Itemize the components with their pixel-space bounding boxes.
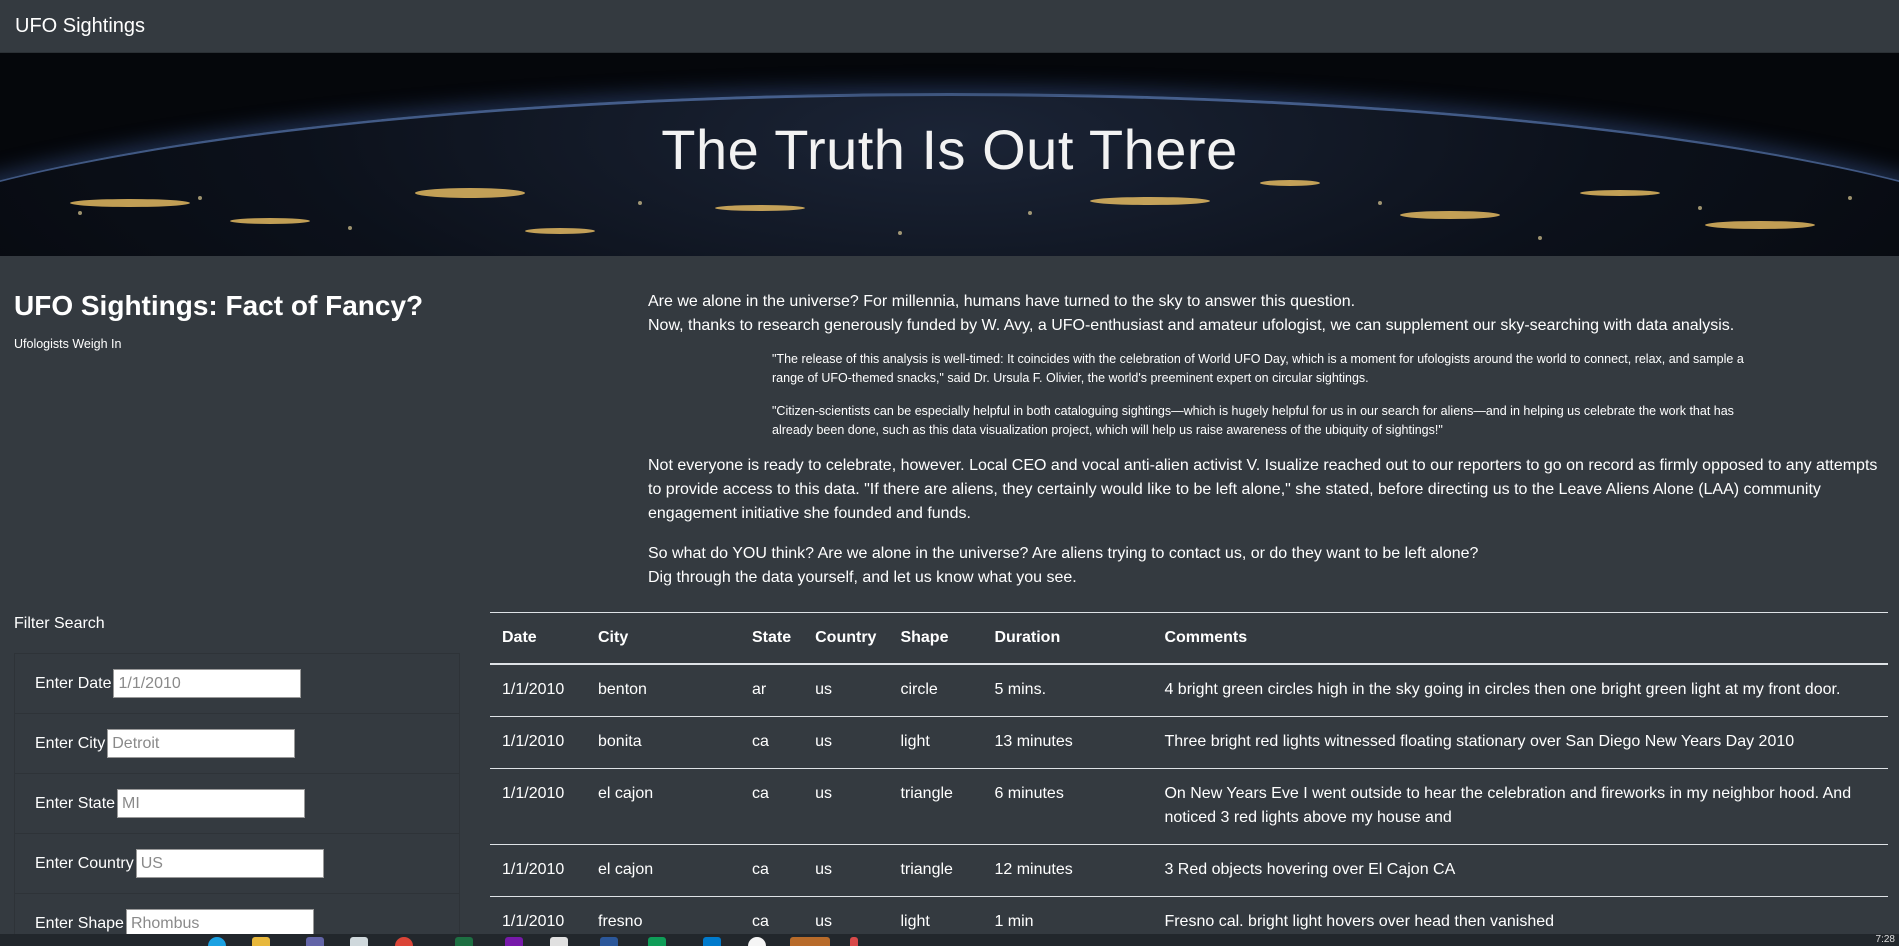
article: Are we alone in the universe? For millen… (648, 290, 1878, 590)
cell-country: us (803, 844, 889, 897)
cell-state: ca (740, 844, 804, 897)
cell-country: us (803, 663, 889, 717)
filter-search-heading: Filter Search (14, 615, 105, 632)
cell-city: benton (586, 663, 740, 717)
cell-date: 1/1/2010 (490, 844, 586, 897)
article-opposition: Not everyone is ready to celebrate, howe… (648, 457, 1878, 522)
column-header-shape: Shape (888, 612, 983, 665)
ufo-table: Date City State Country Shape Duration C… (490, 612, 1888, 946)
article-closing-line-1: So what do YOU think? Are we alone in th… (648, 545, 1479, 562)
file-explorer-icon[interactable] (252, 937, 270, 946)
article-intro-line-1: Are we alone in the universe? For millen… (648, 293, 1356, 310)
city-filter-label: Enter City (35, 734, 106, 752)
cell-duration: 13 minutes (982, 716, 1153, 769)
cell-date: 1/1/2010 (490, 716, 586, 769)
quote-olivier: "The release of this analysis is well-ti… (772, 352, 1744, 385)
cell-city: el cajon (586, 844, 740, 897)
page-subtitle: Ufologists Weigh In (14, 337, 122, 351)
date-filter-input[interactable] (113, 669, 302, 698)
filter-item-country: Enter Country (15, 834, 459, 894)
cell-state: ca (740, 768, 804, 845)
city-filter-input[interactable] (107, 729, 296, 758)
cell-comments: 3 Red objects hovering over El Cajon CA (1152, 844, 1888, 897)
article-closing-line-2: Dig through the data yourself, and let u… (648, 569, 1077, 586)
sheets-icon[interactable] (648, 937, 666, 946)
page-title: UFO Sightings: Fact of Fancy? (14, 290, 424, 321)
state-filter-input[interactable] (117, 789, 306, 818)
cell-shape: circle (888, 663, 983, 717)
cell-city: bonita (586, 716, 740, 769)
onenote-icon[interactable] (505, 937, 523, 946)
navbar-brand-link[interactable]: UFO Sightings (15, 15, 145, 38)
hero-banner: The Truth Is Out There (0, 53, 1899, 256)
vscode-icon[interactable] (703, 937, 721, 946)
table-row: 1/1/2010 el cajon ca us triangle 12 minu… (490, 844, 1888, 897)
table-row: 1/1/2010 bonita ca us light 13 minutes T… (490, 716, 1888, 769)
table-header-row: Date City State Country Shape Duration C… (490, 612, 1888, 665)
cell-state: ar (740, 663, 804, 717)
column-header-city: City (586, 612, 740, 665)
cell-duration: 12 minutes (982, 844, 1153, 897)
column-header-date: Date (490, 612, 586, 665)
column-header-state: State (740, 612, 804, 665)
pen-icon[interactable] (850, 937, 858, 946)
navbar: UFO Sightings (0, 0, 1899, 53)
edge-icon[interactable] (208, 937, 226, 946)
article-intro-line-2: Now, thanks to research generously funde… (648, 317, 1735, 334)
clock-time: 7:28 (1875, 934, 1895, 945)
cell-shape: triangle (888, 844, 983, 897)
state-filter-label: Enter State (35, 794, 116, 812)
cell-country: us (803, 768, 889, 845)
table-header: Date City State Country Shape Duration C… (490, 612, 1888, 665)
article-intro: Are we alone in the universe? For millen… (648, 290, 1878, 338)
cell-comments: On New Years Eve I went outside to hear … (1152, 768, 1888, 845)
cell-state: ca (740, 716, 804, 769)
country-filter-label: Enter Country (35, 854, 134, 872)
country-filter-input[interactable] (135, 849, 324, 878)
table-body: 1/1/2010 benton ar us circle 5 mins. 4 b… (490, 663, 1888, 946)
filter-list: Enter Date Enter City Enter State Enter … (14, 653, 460, 946)
cell-duration: 6 minutes (982, 768, 1153, 845)
article-closing: So what do YOU think? Are we alone in th… (648, 542, 1878, 590)
column-header-duration: Duration (982, 612, 1153, 665)
folder-icon[interactable] (790, 937, 830, 946)
filter-item-date: Enter Date (15, 654, 459, 714)
filter-item-city: Enter City (15, 714, 459, 774)
cell-shape: triangle (888, 768, 983, 845)
app-icon[interactable] (306, 937, 324, 946)
cell-duration: 5 mins. (982, 663, 1153, 717)
column-header-comments: Comments (1152, 612, 1888, 665)
table-row: 1/1/2010 benton ar us circle 5 mins. 4 b… (490, 663, 1888, 717)
hero-title: The Truth Is Out There (661, 118, 1238, 181)
excel-icon[interactable] (455, 937, 473, 946)
cell-comments: 4 bright green circles high in the sky g… (1152, 663, 1888, 717)
cell-comments: Three bright red lights witnessed floati… (1152, 716, 1888, 769)
cell-date: 1/1/2010 (490, 663, 586, 717)
cell-shape: light (888, 716, 983, 769)
word-icon[interactable] (600, 937, 618, 946)
cell-date: 1/1/2010 (490, 768, 586, 845)
column-header-country: Country (803, 612, 889, 665)
github-icon[interactable] (748, 937, 766, 946)
os-taskbar: 7:28 (0, 934, 1899, 946)
ufo-table-container: Date City State Country Shape Duration C… (490, 612, 1888, 946)
date-filter-label: Enter Date (35, 674, 112, 692)
table-row: 1/1/2010 el cajon ca us triangle 6 minut… (490, 768, 1888, 845)
quote-citizen-scientists: "Citizen-scientists can be especially he… (772, 404, 1734, 437)
cell-country: us (803, 716, 889, 769)
mail-icon[interactable] (350, 937, 368, 946)
chrome-icon[interactable] (395, 937, 413, 946)
cell-city: el cajon (586, 768, 740, 845)
notepad-icon[interactable] (550, 937, 568, 946)
filter-item-state: Enter State (15, 774, 459, 834)
shape-filter-label: Enter Shape (35, 914, 124, 932)
